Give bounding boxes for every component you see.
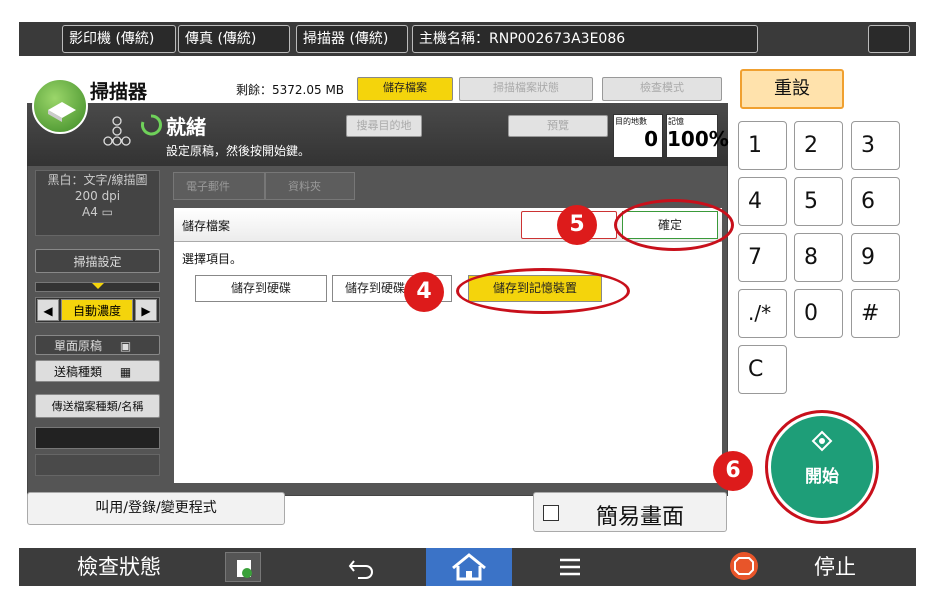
home-icon <box>452 553 486 581</box>
highlight-ok-ring <box>614 199 734 251</box>
key-dot-star[interactable]: ./* <box>738 289 787 338</box>
paper-orientation-icon: ▭ <box>101 205 113 219</box>
scan-file-status-button[interactable]: 掃描檔案狀態 <box>459 77 593 101</box>
people-icon <box>103 116 131 146</box>
tab-scanner[interactable]: 掃描器 (傳統) <box>296 25 408 53</box>
preview-button[interactable]: 預覽 <box>508 115 608 137</box>
store-to-hdd-button[interactable]: 儲存到硬碟 <box>195 275 327 302</box>
scanner-app-icon <box>32 78 88 134</box>
density-increase-button[interactable]: ▶ <box>135 299 157 321</box>
start-label: 開始 <box>805 467 839 487</box>
key-9[interactable]: 9 <box>851 233 900 282</box>
tab-folder[interactable]: 資料夾 <box>265 172 355 200</box>
key-hash[interactable]: # <box>851 289 900 338</box>
memory-indicator: 記憶 100% <box>666 114 729 158</box>
stop-button[interactable]: 停止 <box>760 548 910 586</box>
status-subtitle: 設定原稿，然後按開始鍵。 <box>166 144 311 158</box>
highlight-memory-ring <box>456 268 630 314</box>
key-7[interactable]: 7 <box>738 233 787 282</box>
key-6[interactable]: 6 <box>851 177 900 226</box>
check-mode-button[interactable]: 檢查模式 <box>602 77 722 101</box>
scanner-title: 掃描器 <box>90 81 148 103</box>
stop-icon <box>730 552 758 580</box>
simple-screen-button[interactable]: 簡易畫面 <box>533 492 727 532</box>
key-5[interactable]: 5 <box>794 177 843 226</box>
key-4[interactable]: 4 <box>738 177 787 226</box>
menu-button[interactable] <box>540 548 600 586</box>
simple-screen-checkbox <box>543 505 559 521</box>
single-side-label: 單面原稿 <box>54 339 103 353</box>
start-diamond-icon <box>811 430 833 452</box>
scan-dpi-text: 200 dpi <box>74 189 121 203</box>
key-3[interactable]: 3 <box>851 121 900 170</box>
back-button[interactable] <box>330 548 394 586</box>
key-1[interactable]: 1 <box>738 121 787 170</box>
check-status-button[interactable]: 檢查狀態 <box>19 548 219 586</box>
key-8[interactable]: 8 <box>794 233 843 282</box>
destination-count-value: 0 <box>644 127 658 151</box>
step-6-badge: 6 <box>713 451 753 491</box>
moon-icon <box>883 31 891 47</box>
feed-type-label: 送稿種類 <box>54 365 103 379</box>
tab-email[interactable]: 電子郵件 <box>173 172 265 200</box>
start-button[interactable]: 開始 <box>771 416 873 518</box>
remaining-space: 剩餘：5372.05 MB <box>236 83 345 97</box>
single-side-original-button[interactable]: 單面原稿 ▣ <box>35 335 160 355</box>
program-button[interactable]: 叫用/登錄/變更程式 <box>27 492 285 525</box>
menu-icon <box>560 558 580 576</box>
step-4-badge: 4 <box>404 272 444 312</box>
status-title: 就緒 <box>166 115 206 139</box>
search-destination-button[interactable]: 搜尋目的地 <box>346 115 422 137</box>
scan-mode-text: 黑白：文字/線描圖 <box>47 173 148 187</box>
data-light-button[interactable] <box>225 552 261 582</box>
simple-screen-label: 簡易畫面 <box>596 505 685 530</box>
home-button[interactable] <box>426 548 512 586</box>
paper-size-text: A4 ▭ <box>81 205 113 219</box>
dialog-title: 儲存檔案 <box>182 219 231 233</box>
job-status-icon <box>237 560 252 578</box>
store-file-button[interactable]: 儲存檔案 <box>357 77 453 101</box>
tab-fax[interactable]: 傳真 (傳統) <box>178 25 290 53</box>
step-5-badge: 5 <box>557 205 597 245</box>
dialog-prompt: 選擇項目。 <box>182 252 243 266</box>
key-clear[interactable]: C <box>738 345 787 394</box>
memory-value: 100% <box>667 127 729 151</box>
key-0[interactable]: 0 <box>794 289 843 338</box>
destination-count: 目的地數 0 <box>613 114 663 158</box>
store-file-dialog <box>173 207 723 484</box>
density-scale <box>35 282 160 292</box>
ready-spinner-icon <box>141 114 162 136</box>
file-type-name-button[interactable]: 傳送檔案種類/名稱 <box>35 394 160 418</box>
scan-mode-summary: 黑白：文字/線描圖 200 dpi A4 ▭ <box>35 170 160 236</box>
disabled-button <box>35 454 160 476</box>
document-icon: ▣ <box>119 339 132 353</box>
density-decrease-button[interactable]: ◀ <box>37 299 59 321</box>
host-name-label: 主機名稱：RNP002673A3E086 <box>419 31 626 47</box>
reset-button[interactable]: 重設 <box>740 69 844 109</box>
feed-type-button[interactable]: 送稿種類 ▦ <box>35 360 160 382</box>
key-2[interactable]: 2 <box>794 121 843 170</box>
night-mode-button[interactable] <box>868 25 910 53</box>
host-name-display: 主機名稱：RNP002673A3E086 <box>412 25 758 53</box>
tab-copier[interactable]: 影印機 (傳統) <box>62 25 176 53</box>
scan-settings-button[interactable]: 掃描設定 <box>35 249 160 273</box>
feed-type-icon: ▦ <box>119 365 132 379</box>
back-arrow-icon <box>348 560 373 579</box>
auto-density-button[interactable]: 自動濃度 <box>61 299 133 321</box>
blank-field <box>35 427 160 449</box>
